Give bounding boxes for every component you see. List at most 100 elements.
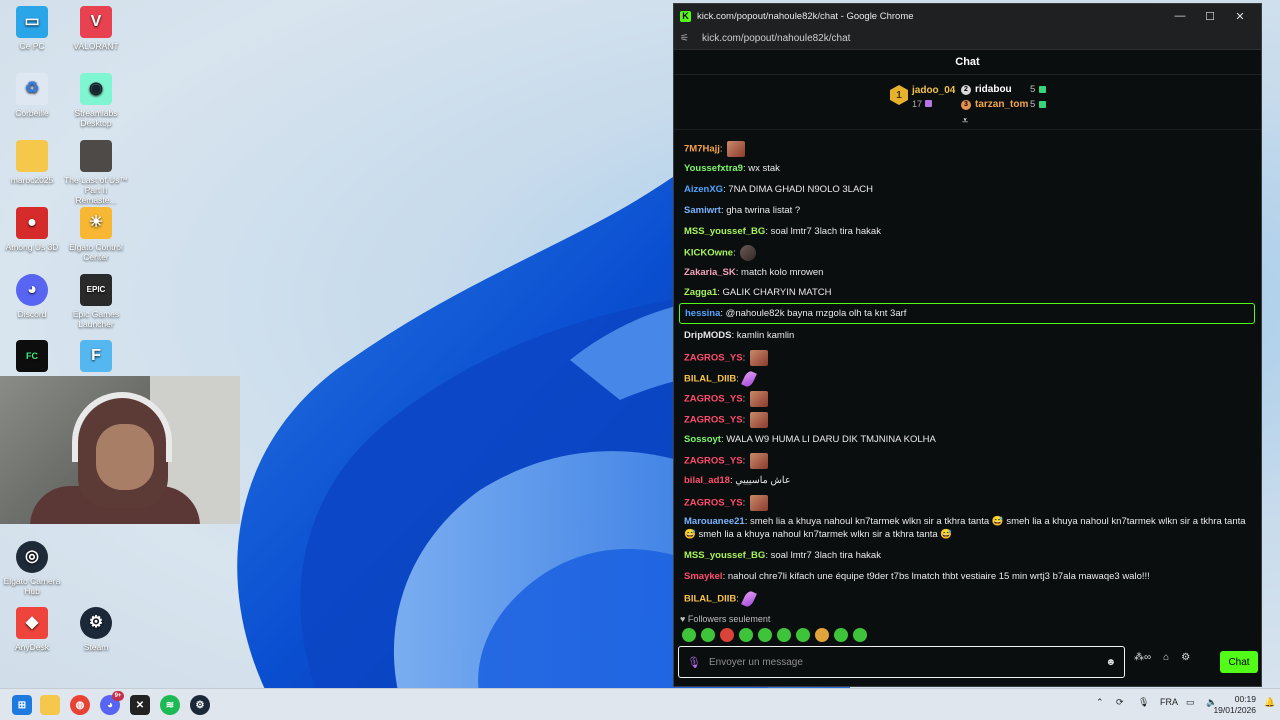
message-input-box[interactable]: 🎙 ☻ <box>678 646 1125 678</box>
send-chat-button[interactable]: Chat <box>1220 651 1258 673</box>
rank-one-badge-icon: 1 <box>890 85 908 105</box>
chat-username[interactable]: MSS_youssef_BG <box>684 226 765 237</box>
chat-message: 7M7Hajj: <box>684 141 1250 157</box>
notifications-bell-icon[interactable]: 🔔 <box>1264 697 1275 708</box>
chat-username[interactable]: ZAGROS_YS <box>684 415 743 426</box>
start-windows-icon[interactable]: ⊞ <box>12 695 32 715</box>
minimize-button[interactable]: — <box>1165 10 1195 22</box>
desktop-icon-steam[interactable]: ⚙ Steam <box>64 607 128 652</box>
monitor-icon: ▭ <box>16 6 48 38</box>
desktop-icon-epic[interactable]: EPIC Epic Games Launcher <box>64 274 128 329</box>
chat-username[interactable]: DripMODS <box>684 330 732 341</box>
emote-3-icon[interactable] <box>720 628 734 642</box>
chat-username[interactable]: bilal_ad18 <box>684 475 730 486</box>
desktop-icon-among-us[interactable]: ● Among Us 3D <box>0 207 64 252</box>
chat-username[interactable]: 7M7Hajj <box>684 144 720 155</box>
chat-username[interactable]: ZAGROS_YS <box>684 456 743 467</box>
epic-games-icon: EPIC <box>80 274 112 306</box>
message-input[interactable] <box>708 656 1106 668</box>
capcut-icon[interactable]: ✕ <box>130 695 150 715</box>
chat-emote-icon <box>749 350 768 366</box>
desktop-icon-f-app[interactable]: F <box>64 340 128 375</box>
chat-username[interactable]: BILAL_DIIB <box>684 374 736 385</box>
desktop-icon-folder[interactable]: maroc2025 <box>0 140 64 185</box>
emote-8-icon[interactable] <box>815 628 829 642</box>
chat-message: Zakaria_SK: match kolo mrowen <box>684 266 1250 279</box>
file-explorer-icon[interactable] <box>40 695 60 715</box>
tray-chevron-icon[interactable]: ⌃ <box>1096 697 1104 708</box>
desktop-icon-valorant[interactable]: V VALORANT <box>64 6 128 51</box>
chat-username[interactable]: Sossoyt <box>684 434 721 445</box>
desktop-icon-this-pc[interactable]: ▭ Ce PC <box>0 6 64 51</box>
chat-message: ZAGROS_YS: <box>684 453 1250 469</box>
desktop-icon-elgato-control[interactable]: ☀ Elgato Control Center <box>64 207 128 262</box>
url-text[interactable]: kick.com/popout/nahoule82k/chat <box>702 33 850 44</box>
chat-username[interactable]: KICKOwne <box>684 248 733 259</box>
chat-username[interactable]: BILAL_DIIB <box>684 594 736 605</box>
microphone-icon[interactable]: 🎙 <box>687 656 701 669</box>
emote-1-icon[interactable] <box>682 628 696 642</box>
chat-separator: : <box>742 455 748 467</box>
chat-username[interactable]: MSS_youssef_BG <box>684 550 765 561</box>
leader-second[interactable]: 2 ridabou <box>961 84 1012 95</box>
chat-username[interactable]: Youssefxtra9 <box>684 163 743 174</box>
emote-6-icon[interactable] <box>777 628 791 642</box>
leader-first-name[interactable]: jadoo_04 <box>912 85 955 96</box>
desktop-icon-recycle-bin[interactable]: ♻ Corbeille <box>0 73 64 118</box>
emoji-picker-icon[interactable]: ☻ <box>1105 657 1116 668</box>
display-icon[interactable]: ▭ <box>1186 697 1195 708</box>
maximize-button[interactable]: ☐ <box>1195 10 1225 23</box>
valorant-icon: V <box>80 6 112 38</box>
emote-2-icon[interactable] <box>701 628 715 642</box>
chat-message: Zagga1: GALIK CHARYIN MATCH <box>684 286 1250 299</box>
desktop-icon-streamlabs[interactable]: ◉ Streamlabs Desktop <box>64 73 128 128</box>
spotify-icon[interactable]: ≋ <box>160 695 180 715</box>
address-bar[interactable]: ⚟ kick.com/popout/nahoule82k/chat <box>674 28 1261 50</box>
chat-username[interactable]: Zakaria_SK <box>684 267 736 278</box>
chat-username[interactable]: AizenXG <box>684 184 723 195</box>
chat-separator: : <box>742 497 748 509</box>
desktop-icon-label: Elgato Control Center <box>69 242 123 262</box>
chat-username[interactable]: ZAGROS_YS <box>684 353 743 364</box>
desktop-icon-label: maroc2025 <box>10 175 54 185</box>
leader-first-count-value: 17 <box>912 99 923 109</box>
leader-third[interactable]: 3 tarzan_tom <box>961 99 1028 110</box>
chat-username[interactable]: Smaykel <box>684 571 723 582</box>
clock[interactable]: 00:19 19/01/2026 <box>1213 694 1256 716</box>
desktop-icon-last-of-us[interactable]: The Last of Us™ Part II Remaste... <box>64 140 128 205</box>
emote-9-icon[interactable] <box>834 628 848 642</box>
desktop-icon-elgato-camera[interactable]: ◎ Elgato Camera Hub <box>0 541 64 596</box>
emote-5-icon[interactable] <box>758 628 772 642</box>
tray-sync-icon[interactable]: ⟳ <box>1116 697 1124 708</box>
folder-icon <box>16 140 48 172</box>
chat-username[interactable]: Samiwrt <box>684 205 721 216</box>
f-app-icon: F <box>80 340 112 372</box>
chat-username[interactable]: hessina <box>685 308 720 319</box>
leader-second-name: ridabou <box>975 84 1012 95</box>
site-settings-icon[interactable]: ⚟ <box>680 33 696 44</box>
chat-username[interactable]: ZAGROS_YS <box>684 498 743 509</box>
emote-7-icon[interactable] <box>796 628 810 642</box>
settings-gear-icon[interactable]: ⚙ <box>1181 652 1190 663</box>
chat-message: ZAGROS_YS: <box>684 350 1250 366</box>
chat-username[interactable]: Marouanee21 <box>684 516 745 527</box>
emote-4-icon[interactable] <box>739 628 753 642</box>
chat-message: bilal_ad18: عاش ماسيييي <box>684 474 1250 487</box>
close-button[interactable]: ✕ <box>1225 10 1255 23</box>
sun-icon: ☀ <box>80 207 112 239</box>
expand-leaderboard-icon[interactable]: ⩡ <box>962 115 968 128</box>
steam-taskbar-icon[interactable]: ⚙ <box>190 695 210 715</box>
clock-date: 19/01/2026 <box>1213 705 1256 715</box>
desktop-icon-fc25[interactable]: FC <box>0 340 64 375</box>
chrome-icon[interactable]: ◍ <box>70 695 90 715</box>
chat-username[interactable]: Zagga1 <box>684 287 717 298</box>
language-indicator[interactable]: FRA <box>1160 697 1178 707</box>
desktop-icon-anydesk[interactable]: ◆ AnyDesk <box>0 607 64 652</box>
store-icon[interactable]: ⌂ <box>1163 652 1169 663</box>
tray-mic-icon[interactable]: 🎙 <box>1138 697 1149 708</box>
channel-points-icon[interactable]: ⁂∞ <box>1134 652 1151 663</box>
window-title: kick.com/popout/nahoule82k/chat - Google… <box>697 10 914 22</box>
desktop-icon-discord[interactable]: ◕ Discord <box>0 274 64 319</box>
chat-username[interactable]: ZAGROS_YS <box>684 394 743 405</box>
emote-10-icon[interactable] <box>853 628 867 642</box>
